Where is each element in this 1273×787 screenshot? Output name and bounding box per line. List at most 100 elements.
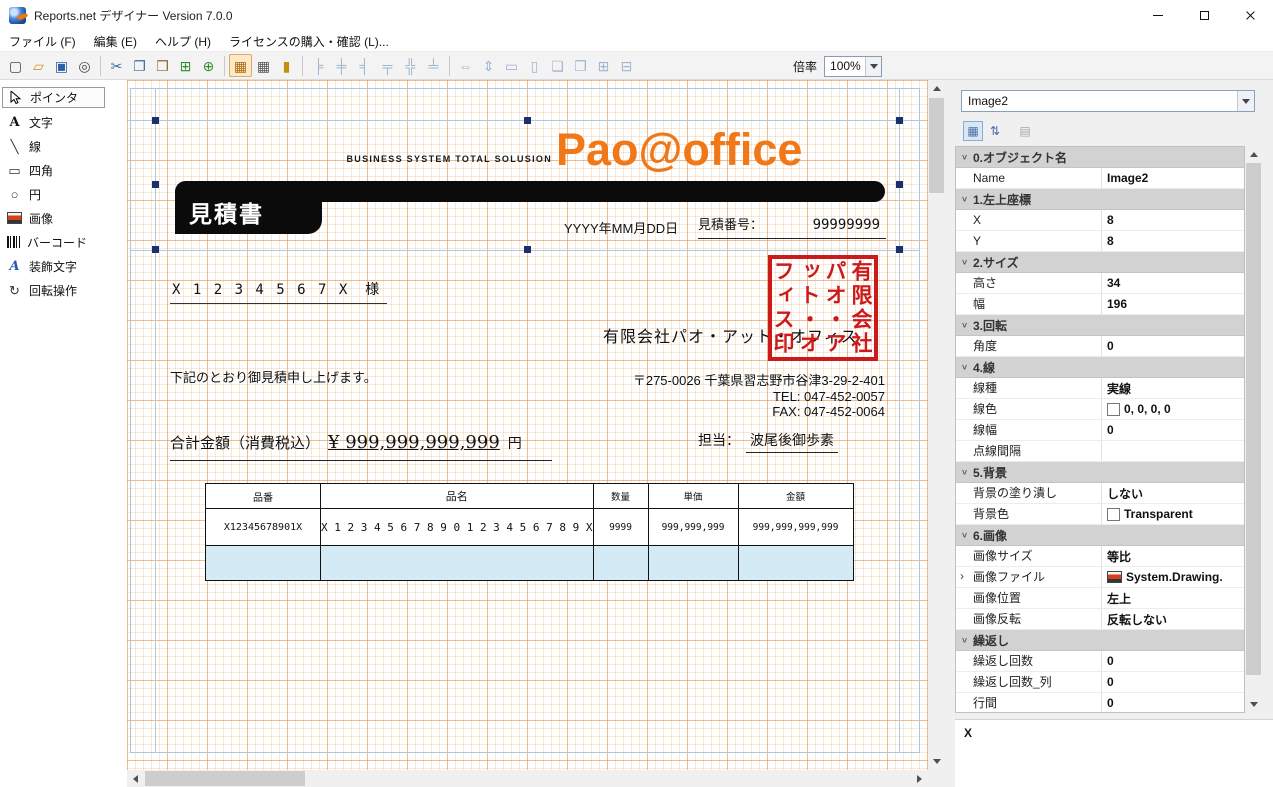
expand-icon[interactable]: ›	[960, 569, 964, 583]
quote-number-field[interactable]: 見積番号： 99999999	[698, 214, 886, 239]
company-address-block[interactable]: 〒275-0026 千葉県習志野市谷津3-29-2-401 TEL: 047-4…	[547, 373, 885, 420]
greeting-text[interactable]: 下記のとおり御見積申し上げます。	[170, 367, 377, 386]
zoom-dropdown-button[interactable]	[865, 57, 881, 76]
tool-image[interactable]: 画像	[0, 206, 127, 230]
property-row[interactable]: 行間0	[956, 693, 1244, 713]
tool-text[interactable]: A文字	[0, 110, 127, 134]
table-header-cell[interactable]: 品名	[321, 484, 594, 509]
property-value[interactable]: 左上	[1102, 588, 1244, 608]
select-mode-button[interactable]: ▦	[229, 54, 252, 77]
date-placeholder-text[interactable]: YYYY年MM月DD日	[564, 218, 678, 237]
property-row[interactable]: X8	[956, 210, 1244, 231]
property-value[interactable]: 196	[1102, 294, 1244, 314]
tool-pointer[interactable]: ポインタ	[2, 87, 105, 108]
property-value[interactable]: 8	[1102, 210, 1244, 230]
table-header-cell[interactable]: 単価	[648, 484, 738, 509]
report-title-box[interactable]: 見積書	[175, 190, 322, 234]
property-category[interactable]: ∨2.サイズ	[956, 252, 1244, 273]
minimize-button[interactable]	[1135, 0, 1181, 30]
menu-item-edit[interactable]: 編集 (E)	[85, 30, 146, 51]
property-row[interactable]: 背景色Transparent	[956, 504, 1244, 525]
object-selector-combobox[interactable]: Image2	[961, 90, 1255, 112]
logo-text[interactable]: Pao@office	[556, 124, 802, 176]
property-value[interactable]: Transparent	[1102, 504, 1244, 524]
design-canvas[interactable]: BUSINESS SYSTEM TOTAL SOLUSION Pao@offic…	[127, 80, 928, 770]
lock-objects-button[interactable]: ▮	[275, 54, 298, 77]
property-value[interactable]: 34	[1102, 273, 1244, 293]
canvas-horizontal-scrollbar[interactable]	[127, 770, 928, 787]
property-value[interactable]: 8	[1102, 231, 1244, 251]
property-row[interactable]: 角度0	[956, 336, 1244, 357]
property-scroll-thumb[interactable]	[1246, 163, 1261, 675]
selection-handle[interactable]	[524, 246, 531, 253]
scroll-up-button[interactable]	[928, 80, 945, 97]
table-header-cell[interactable]: 金額	[738, 484, 853, 509]
horizontal-scroll-thumb[interactable]	[145, 771, 305, 786]
grid-toggle-button[interactable]: ▦	[252, 54, 275, 77]
print-preview-button[interactable]: ◎	[73, 54, 96, 77]
tool-deco-text[interactable]: A装飾文字	[0, 254, 127, 278]
property-category[interactable]: ∨繰返し	[956, 630, 1244, 651]
property-row[interactable]: 幅196	[956, 294, 1244, 315]
property-category[interactable]: ∨4.線	[956, 357, 1244, 378]
property-category[interactable]: ∨5.背景	[956, 462, 1244, 483]
property-value[interactable]: 0	[1102, 672, 1244, 692]
property-value[interactable]: 0	[1102, 693, 1244, 713]
property-row[interactable]: 画像サイズ等比	[956, 546, 1244, 567]
company-seal-stamp[interactable]: 有限会社パオ・アット・オフィス印	[768, 255, 878, 361]
property-value[interactable]: 0	[1102, 336, 1244, 356]
tool-barcode[interactable]: バーコード	[0, 230, 127, 254]
customer-name-text[interactable]: X 1 2 3 4 5 6 7 X 様	[170, 279, 387, 304]
scroll-down-button[interactable]	[928, 753, 945, 770]
menu-item-file[interactable]: ファイル (F)	[0, 30, 85, 51]
maximize-button[interactable]	[1181, 0, 1227, 30]
canvas-vertical-scrollbar[interactable]	[928, 80, 945, 770]
property-row[interactable]: 点線間隔	[956, 441, 1244, 462]
tool-rotate[interactable]: ↻回転操作	[0, 278, 127, 302]
property-row[interactable]: Y8	[956, 231, 1244, 252]
property-row[interactable]: ›画像ファイルSystem.Drawing.	[956, 567, 1244, 588]
property-value[interactable]: Image2	[1102, 168, 1244, 188]
close-button[interactable]	[1227, 0, 1273, 30]
paste-button[interactable]: ❒	[151, 54, 174, 77]
items-table[interactable]: 品番品名数量単価金額X12345678901XX 1 2 3 4 5 6 7 8…	[205, 483, 854, 581]
paste-special-button[interactable]: ⊞	[174, 54, 197, 77]
property-row[interactable]: 繰返し回数0	[956, 651, 1244, 672]
table-cell[interactable]	[206, 546, 321, 581]
table-header-cell[interactable]: 数量	[593, 484, 648, 509]
open-file-button[interactable]: ▱	[27, 54, 50, 77]
table-cell[interactable]	[321, 546, 594, 581]
selection-handle[interactable]	[896, 117, 903, 124]
tool-circle[interactable]: ○円	[0, 182, 127, 206]
table-cell[interactable]: 999,999,999,999	[738, 509, 853, 546]
object-selector-dropdown-button[interactable]	[1237, 91, 1254, 111]
total-amount-field[interactable]: 合計金額（消費税込） ¥ 999,999,999,999 円	[170, 432, 552, 461]
scroll-up-button[interactable]	[1245, 146, 1262, 163]
property-value[interactable]: 0	[1102, 651, 1244, 671]
table-cell[interactable]: X 1 2 3 4 5 6 7 8 9 0 1 2 3 4 5 6 7 8 9 …	[321, 509, 594, 546]
property-value[interactable]: 等比	[1102, 546, 1244, 566]
selection-handle[interactable]	[524, 117, 531, 124]
property-category[interactable]: ∨0.オブジェクト名	[956, 147, 1244, 168]
property-row[interactable]: NameImage2	[956, 168, 1244, 189]
selection-handle[interactable]	[152, 181, 159, 188]
categorized-button[interactable]: ▦	[963, 121, 983, 141]
vertical-scroll-thumb[interactable]	[929, 98, 944, 193]
property-category[interactable]: ∨1.左上座標	[956, 189, 1244, 210]
property-row[interactable]: 線幅0	[956, 420, 1244, 441]
property-row[interactable]: 繰返し回数_列0	[956, 672, 1244, 693]
zoom-combobox[interactable]: 100%	[824, 56, 882, 77]
property-row[interactable]: 線種実線	[956, 378, 1244, 399]
table-cell[interactable]: X12345678901X	[206, 509, 321, 546]
property-row[interactable]: 画像反転反転しない	[956, 609, 1244, 630]
table-cell[interactable]	[593, 546, 648, 581]
property-value[interactable]: 0, 0, 0, 0	[1102, 399, 1244, 419]
selection-handle[interactable]	[152, 117, 159, 124]
table-cell[interactable]	[738, 546, 853, 581]
property-value[interactable]: しない	[1102, 483, 1244, 503]
table-cell[interactable]: 9999	[593, 509, 648, 546]
property-value[interactable]: 実線	[1102, 378, 1244, 398]
property-grid-scrollbar[interactable]	[1245, 146, 1262, 713]
property-value[interactable]	[1102, 441, 1244, 461]
selection-handle[interactable]	[896, 181, 903, 188]
